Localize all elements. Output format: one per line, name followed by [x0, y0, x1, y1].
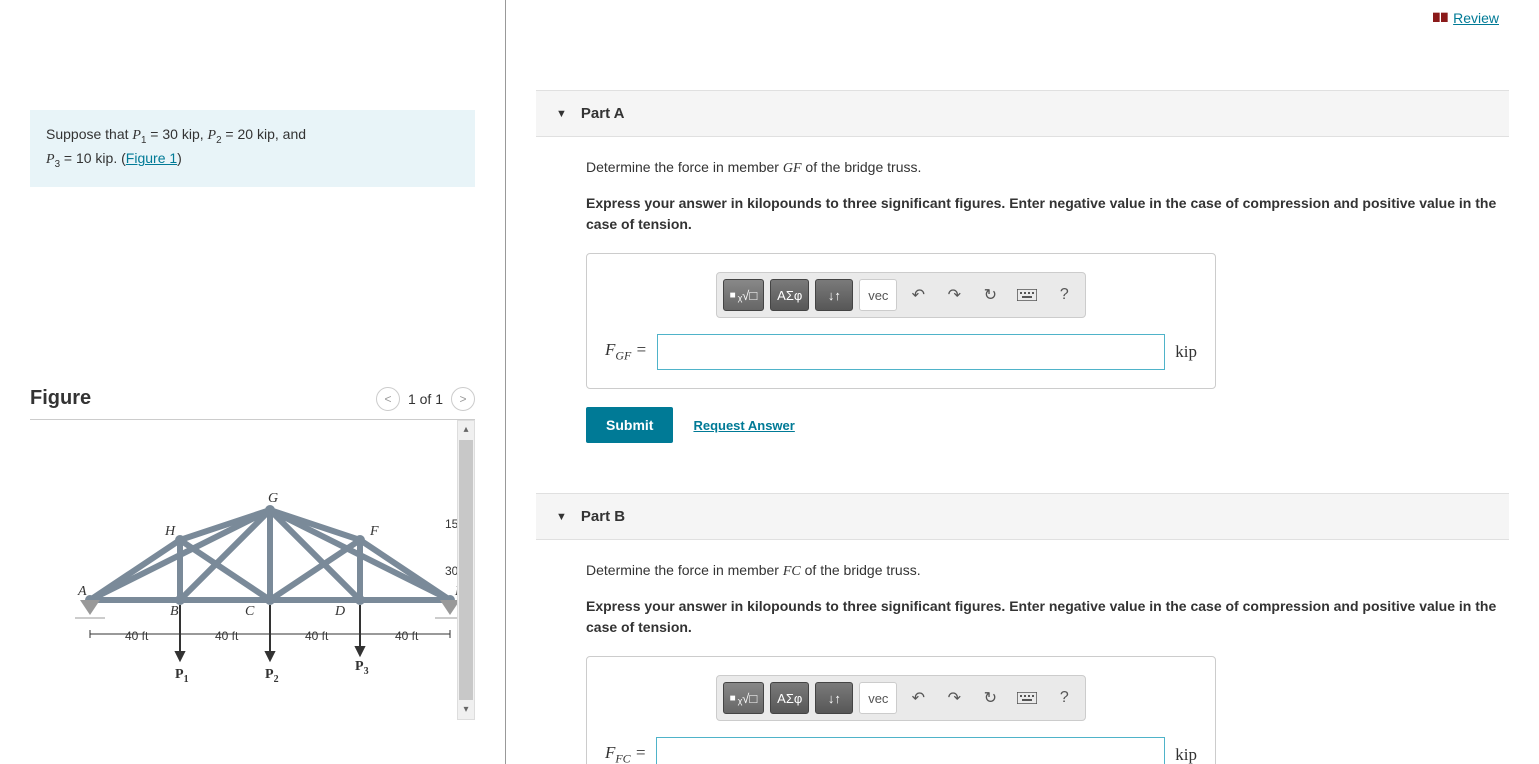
part-b-answer-box: ■ᵪ√□ ΑΣφ ↓↑ vec ↶ ↷ ↻ ? FFC = kip: [586, 656, 1216, 764]
svg-text:B: B: [170, 604, 179, 619]
part-a-header[interactable]: ▼ Part A: [536, 90, 1509, 137]
part-b-unit: kip: [1175, 745, 1197, 764]
keyboard-button[interactable]: [1011, 682, 1043, 714]
part-a-title: Part A: [581, 105, 625, 122]
keyboard-button[interactable]: [1011, 279, 1043, 311]
review-link[interactable]: Review: [1433, 10, 1499, 26]
figure-nav-text: 1 of 1: [408, 391, 443, 407]
part-a-request-answer-link[interactable]: Request Answer: [693, 418, 794, 433]
part-a-instruction: Express your answer in kilopounds to thr…: [586, 193, 1509, 235]
svg-text:G: G: [268, 491, 278, 506]
part-b-header[interactable]: ▼ Part B: [536, 493, 1509, 540]
part-a-var-label: FGF =: [605, 340, 647, 363]
vector-button[interactable]: vec: [859, 279, 897, 311]
figure-image: A B C D E F G H 40 ft 40 ft 40 ft 40 ft: [30, 420, 475, 720]
figure-link[interactable]: Figure 1: [126, 150, 177, 166]
svg-text:P1: P1: [175, 667, 189, 685]
reset-button[interactable]: ↻: [975, 682, 1005, 714]
problem-statement: Suppose that P1 = 30 kip, P2 = 20 kip, a…: [30, 110, 475, 187]
part-a-answer-box: ■ᵪ√□ ΑΣφ ↓↑ vec ↶ ↷ ↻ ? FGF = kip: [586, 253, 1216, 389]
book-icon: [1433, 12, 1449, 24]
subscript-button[interactable]: ↓↑: [815, 682, 853, 714]
figure-scroller: A B C D E F G H 40 ft 40 ft 40 ft 40 ft: [30, 420, 475, 720]
chevron-down-icon: ▼: [556, 511, 567, 523]
right-panel: ▼ Part A Determine the force in member G…: [505, 0, 1539, 764]
chevron-down-icon: ▼: [556, 108, 567, 120]
help-button[interactable]: ?: [1049, 279, 1079, 311]
part-b-answer-input[interactable]: [656, 737, 1165, 764]
redo-button[interactable]: ↷: [939, 682, 969, 714]
keyboard-icon: [1017, 692, 1037, 704]
figure-header: Figure < 1 of 1 >: [30, 387, 475, 420]
figure-heading: Figure: [30, 387, 91, 410]
undo-button[interactable]: ↶: [903, 279, 933, 311]
scroll-down-icon[interactable]: ▾: [458, 701, 474, 719]
svg-text:D: D: [334, 604, 345, 619]
vector-button[interactable]: vec: [859, 682, 897, 714]
scroll-up-icon[interactable]: ▴: [458, 421, 474, 439]
svg-text:40 ft: 40 ft: [395, 629, 419, 643]
undo-button[interactable]: ↶: [903, 682, 933, 714]
templates-button[interactable]: ■ᵪ√□: [723, 682, 765, 714]
figure-prev-button[interactable]: <: [376, 387, 400, 411]
part-a-question: Determine the force in member GF of the …: [586, 157, 1509, 179]
part-b-section: ▼ Part B Determine the force in member F…: [536, 493, 1509, 764]
templates-button[interactable]: ■ᵪ√□: [723, 279, 765, 311]
svg-text:P3: P3: [355, 659, 369, 677]
svg-text:P2: P2: [265, 667, 279, 685]
part-a-unit: kip: [1175, 342, 1197, 362]
scroll-thumb[interactable]: [459, 440, 473, 700]
equation-toolbar: ■ᵪ√□ ΑΣφ ↓↑ vec ↶ ↷ ↻ ?: [716, 675, 1087, 721]
equation-toolbar: ■ᵪ√□ ΑΣφ ↓↑ vec ↶ ↷ ↻ ?: [716, 272, 1087, 318]
figure-scrollbar[interactable]: ▴ ▾: [457, 420, 475, 720]
greek-button[interactable]: ΑΣφ: [770, 279, 809, 311]
svg-text:H: H: [164, 524, 176, 539]
reset-button[interactable]: ↻: [975, 279, 1005, 311]
part-a-answer-input[interactable]: [657, 334, 1165, 370]
subscript-button[interactable]: ↓↑: [815, 279, 853, 311]
svg-text:A: A: [77, 584, 87, 599]
part-a-section: ▼ Part A Determine the force in member G…: [536, 90, 1509, 463]
svg-text:C: C: [245, 604, 255, 619]
svg-text:40 ft: 40 ft: [215, 629, 239, 643]
redo-button[interactable]: ↷: [939, 279, 969, 311]
left-panel: Suppose that P1 = 30 kip, P2 = 20 kip, a…: [0, 0, 505, 764]
keyboard-icon: [1017, 289, 1037, 301]
review-label: Review: [1453, 10, 1499, 26]
part-b-var-label: FFC =: [605, 743, 646, 764]
greek-button[interactable]: ΑΣφ: [770, 682, 809, 714]
svg-text:F: F: [369, 524, 379, 539]
help-button[interactable]: ?: [1049, 682, 1079, 714]
part-b-instruction: Express your answer in kilopounds to thr…: [586, 596, 1509, 638]
figure-nav: < 1 of 1 >: [376, 387, 475, 411]
svg-text:40 ft: 40 ft: [125, 629, 149, 643]
part-a-submit-button[interactable]: Submit: [586, 407, 673, 443]
figure-next-button[interactable]: >: [451, 387, 475, 411]
part-b-title: Part B: [581, 508, 625, 525]
svg-text:40 ft: 40 ft: [305, 629, 329, 643]
part-b-question: Determine the force in member FC of the …: [586, 560, 1509, 582]
